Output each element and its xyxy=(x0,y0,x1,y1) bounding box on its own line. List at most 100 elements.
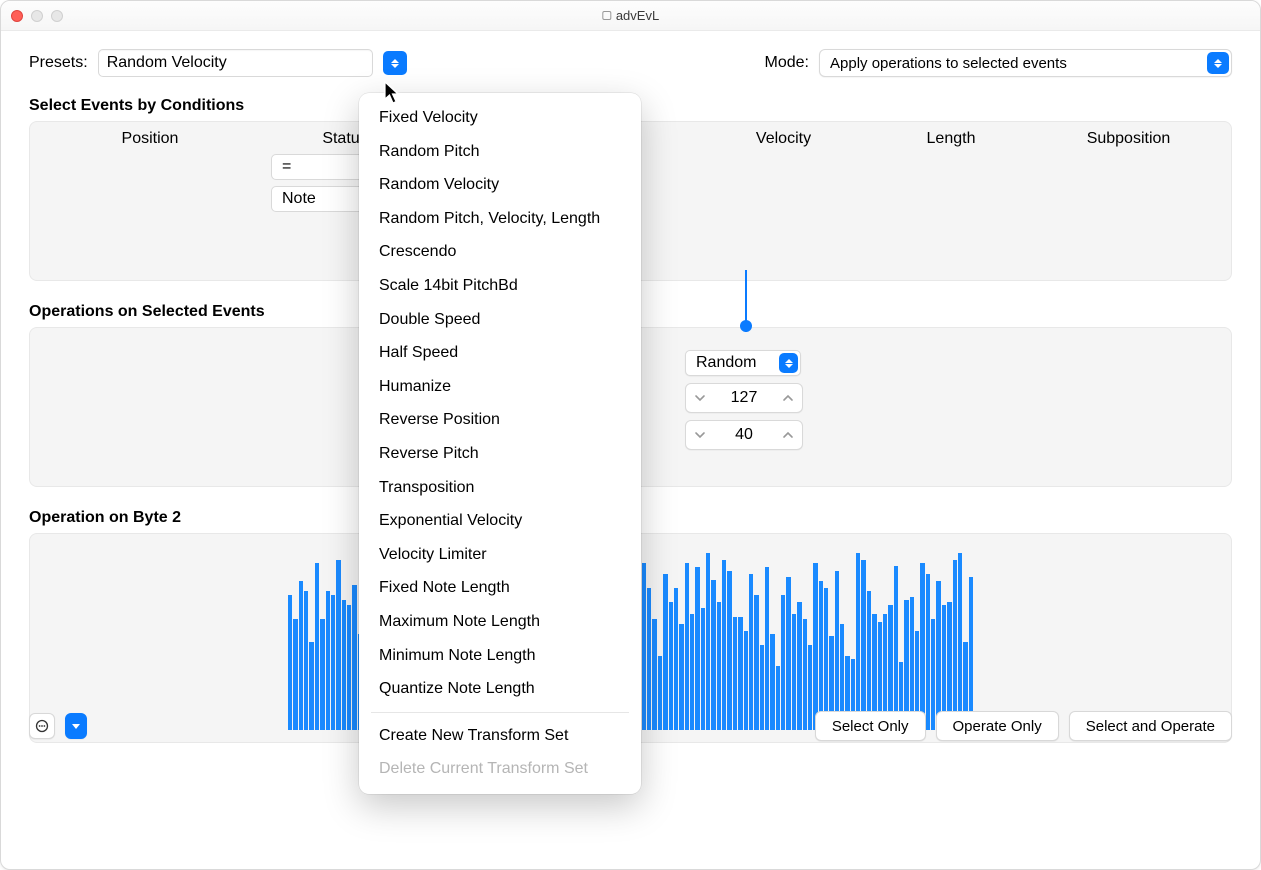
chart-bar xyxy=(835,571,839,730)
titlebar: advEvL xyxy=(1,1,1260,31)
create-transform-set-item[interactable]: Create New Transform Set xyxy=(359,719,641,753)
window-title: advEvL xyxy=(602,8,659,23)
delete-transform-set-item: Delete Current Transform Set xyxy=(359,752,641,786)
chart-bar xyxy=(315,563,319,730)
app-window: advEvL Presets: Random Velocity Mode: Ap… xyxy=(0,0,1261,870)
chevron-down-icon[interactable] xyxy=(690,425,710,445)
status-operator-value: = xyxy=(282,158,291,176)
mode-value: Apply operations to selected events xyxy=(830,55,1067,72)
chart-bar xyxy=(331,595,335,730)
chart-bar xyxy=(781,595,785,730)
select-only-label: Select Only xyxy=(832,718,909,735)
preset-menu-item[interactable]: Minimum Note Length xyxy=(359,639,641,673)
chart-bar xyxy=(754,595,758,730)
velocity-max-value: 127 xyxy=(731,389,758,407)
preset-menu-item[interactable]: Transposition xyxy=(359,471,641,505)
chart-bar xyxy=(299,581,303,730)
preset-menu-item[interactable]: Quantize Note Length xyxy=(359,672,641,706)
chart-bar xyxy=(352,585,356,730)
select-and-operate-button[interactable]: Select and Operate xyxy=(1069,711,1232,741)
preset-menu-item[interactable]: Random Velocity xyxy=(359,168,641,202)
chart-bar xyxy=(326,591,330,730)
velocity-operation-popup[interactable]: Random xyxy=(685,350,801,376)
preset-menu-item[interactable]: Exponential Velocity xyxy=(359,504,641,538)
velocity-min-stepper[interactable]: 40 xyxy=(685,420,803,450)
preset-menu-item[interactable]: Fixed Note Length xyxy=(359,571,641,605)
preset-name-field[interactable]: Random Velocity xyxy=(98,49,373,77)
preset-menu-item[interactable]: Reverse Pitch xyxy=(359,437,641,471)
chart-bar xyxy=(288,595,292,730)
chart-bar xyxy=(749,574,753,730)
mode-popup[interactable]: Apply operations to selected events xyxy=(819,49,1232,77)
preset-menu-item[interactable]: Random Pitch xyxy=(359,135,641,169)
chart-bar xyxy=(920,563,924,730)
more-options-button[interactable] xyxy=(29,713,55,739)
header-row: Presets: Random Velocity Mode: Apply ope… xyxy=(29,49,1232,77)
preset-menu-item[interactable]: Velocity Limiter xyxy=(359,538,641,572)
chart-bar xyxy=(786,577,790,730)
preset-menu-item[interactable]: Scale 14bit PitchBd xyxy=(359,269,641,303)
header-velocity: Velocity xyxy=(701,130,866,148)
content-area: Presets: Random Velocity Mode: Apply ope… xyxy=(1,31,1260,761)
preset-menu-item[interactable]: Humanize xyxy=(359,370,641,404)
chart-bar xyxy=(958,553,962,730)
chart-bar xyxy=(685,563,689,730)
preset-menu-item[interactable]: Fixed Velocity xyxy=(359,101,641,135)
chevron-up-icon[interactable] xyxy=(778,425,798,445)
cursor-icon xyxy=(384,81,401,106)
chart-bar xyxy=(663,574,667,730)
chart-bar xyxy=(765,567,769,730)
preset-menu-item[interactable]: Reverse Position xyxy=(359,403,641,437)
zoom-window-button[interactable] xyxy=(51,10,63,22)
preset-dropdown-menu: Fixed VelocityRandom PitchRandom Velocit… xyxy=(359,93,641,794)
preset-menu-item[interactable]: Double Speed xyxy=(359,303,641,337)
chart-bar xyxy=(647,588,651,730)
chart-bar xyxy=(722,560,726,730)
chevron-down-icon[interactable] xyxy=(690,388,710,408)
chart-bar xyxy=(674,588,678,730)
preset-name-value: Random Velocity xyxy=(107,54,227,72)
select-only-button[interactable]: Select Only xyxy=(815,711,926,741)
chart-bar xyxy=(695,567,699,730)
chart-bar xyxy=(926,574,930,730)
chart-bar xyxy=(711,580,715,730)
chart-bar xyxy=(894,566,898,730)
close-window-button[interactable] xyxy=(11,10,23,22)
mode-label: Mode: xyxy=(765,54,809,72)
status-type-value: Note xyxy=(282,190,316,208)
preset-menu-item[interactable]: Crescendo xyxy=(359,235,641,269)
operate-only-label: Operate Only xyxy=(953,718,1042,735)
window-title-text: advEvL xyxy=(616,8,659,23)
more-options-menu-button[interactable] xyxy=(65,713,87,739)
chevron-up-icon[interactable] xyxy=(778,388,798,408)
chart-bar xyxy=(813,563,817,730)
operate-only-button[interactable]: Operate Only xyxy=(936,711,1059,741)
header-position: Position xyxy=(40,130,260,148)
chart-bar xyxy=(867,591,871,730)
chart-bar xyxy=(706,553,710,730)
chart-bar xyxy=(824,588,828,730)
chart-bar xyxy=(936,581,940,730)
preset-menu-item[interactable]: Half Speed xyxy=(359,336,641,370)
preset-menu-button[interactable] xyxy=(383,51,407,75)
velocity-slider[interactable] xyxy=(685,270,803,332)
chart-bar xyxy=(642,563,646,730)
chart-bar xyxy=(727,571,731,730)
chart-bar xyxy=(336,560,340,730)
chart-bar xyxy=(304,591,308,730)
minimize-window-button[interactable] xyxy=(31,10,43,22)
velocity-operation-value: Random xyxy=(696,354,756,372)
velocity-max-stepper[interactable]: 127 xyxy=(685,383,803,413)
chart-bar xyxy=(969,577,973,730)
header-length: Length xyxy=(866,130,1036,148)
select-and-operate-label: Select and Operate xyxy=(1086,718,1215,735)
velocity-min-value: 40 xyxy=(735,426,753,444)
document-icon xyxy=(602,11,611,20)
ellipsis-icon xyxy=(35,719,49,733)
chevron-down-icon xyxy=(72,724,80,729)
window-controls xyxy=(11,10,63,22)
preset-menu-item[interactable]: Maximum Note Length xyxy=(359,605,641,639)
chart-bar xyxy=(953,560,957,730)
chart-bar xyxy=(856,553,860,730)
preset-menu-item[interactable]: Random Pitch, Velocity, Length xyxy=(359,202,641,236)
